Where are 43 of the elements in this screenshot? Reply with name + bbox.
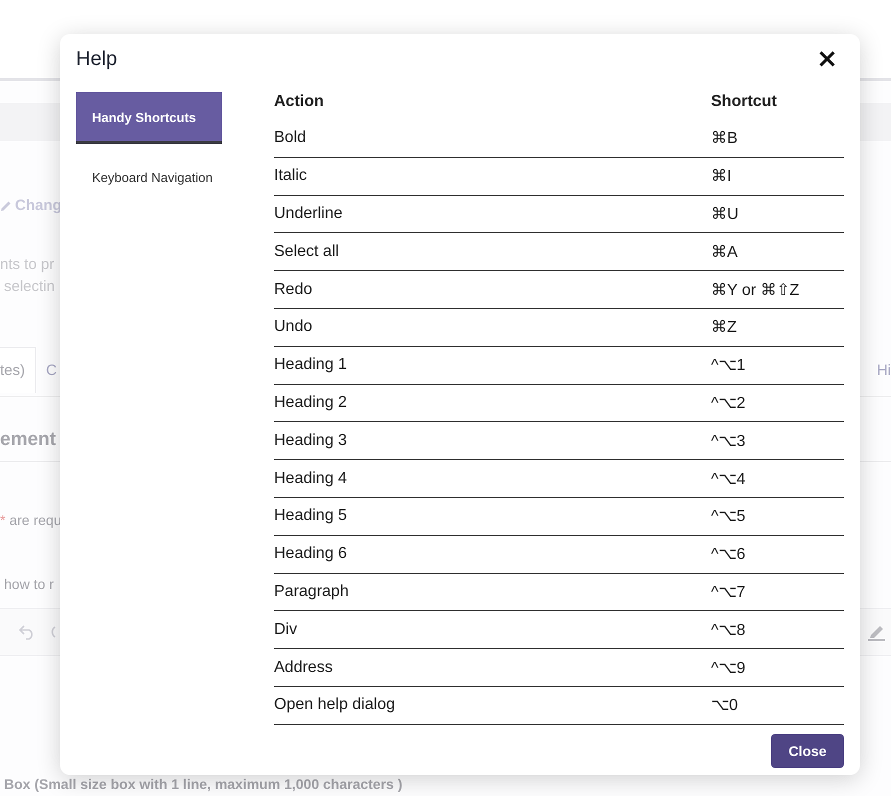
action-cell-text: Address bbox=[274, 658, 334, 677]
shortcut-cell-text: ⌘U bbox=[711, 204, 739, 224]
action-cell-text: Underline bbox=[274, 204, 344, 223]
dialog-tab[interactable]: Keyboard Navigation bbox=[76, 152, 222, 204]
field-label: Box (Small size box with 1 line, maximum 1,000 characters ) bbox=[3, 776, 402, 792]
shortcut-cell-text: ^⌥3 bbox=[711, 432, 746, 451]
shortcut-cell-text: ^⌥2 bbox=[711, 394, 746, 413]
pencil-icon bbox=[0, 200, 12, 212]
highlighter-icon[interactable] bbox=[867, 623, 887, 641]
dialog-tab[interactable]: Handy Shortcuts bbox=[76, 92, 222, 144]
action-cell-text: Select all bbox=[274, 242, 340, 261]
shortcut-cell-text: ^⌥6 bbox=[711, 545, 746, 564]
action-cell-text: Heading 2 bbox=[274, 394, 348, 412]
column-header: Action bbox=[274, 92, 325, 110]
dialog-title: Help bbox=[76, 48, 118, 71]
action-cell-text: Heading 5 bbox=[274, 507, 348, 526]
shortcut-cell-text: ⌘A bbox=[711, 242, 738, 262]
shortcut-cell-text: ^⌥4 bbox=[711, 470, 746, 489]
shortcut-cell-text: ⌥0 bbox=[711, 696, 738, 716]
shortcut-cell-text: ⌘Z bbox=[711, 318, 737, 338]
shortcut-cell-text: ⌘B bbox=[711, 129, 738, 148]
shortcut-cell-text: ^⌥1 bbox=[711, 356, 746, 376]
action-cell-text: Heading 4 bbox=[274, 470, 348, 488]
action-cell-text: Redo bbox=[274, 280, 314, 299]
column-header: Shortcut bbox=[711, 92, 777, 110]
action-cell-text: Heading 3 bbox=[274, 432, 348, 450]
action-cell-text: Div bbox=[274, 620, 298, 639]
shortcut-cell-text: ^⌥8 bbox=[711, 620, 746, 640]
action-cell-text: Italic bbox=[274, 167, 308, 186]
shortcut-cell-text: ^⌥7 bbox=[711, 582, 746, 602]
required-note: * are requ bbox=[0, 512, 62, 528]
action-cell-text: Paragraph bbox=[274, 582, 350, 601]
close-button[interactable]: Close bbox=[771, 734, 844, 768]
action-cell-text: Open help dialog bbox=[274, 696, 396, 714]
action-cell-text: Bold bbox=[274, 129, 308, 148]
shortcut-cell-text: ^⌥9 bbox=[711, 658, 746, 678]
shortcut-cell-text: ⌘I bbox=[711, 167, 732, 186]
shortcut-cell-text: ⌘Y or ⌘⇧Z bbox=[711, 280, 800, 300]
action-cell-text: Undo bbox=[274, 318, 314, 336]
action-cell-text: Heading 1 bbox=[274, 356, 348, 374]
help-text: how to r bbox=[3, 576, 54, 592]
shortcut-cell-text: ^⌥5 bbox=[711, 507, 746, 526]
action-cell-text: Heading 6 bbox=[274, 545, 348, 564]
